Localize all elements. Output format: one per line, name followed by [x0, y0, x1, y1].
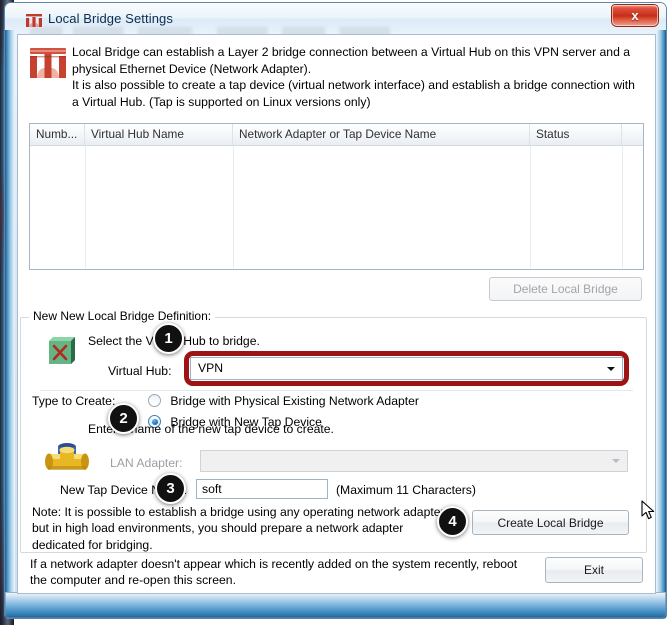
chevron-down-icon [612, 459, 620, 463]
create-local-bridge-button[interactable]: Create Local Bridge [472, 510, 629, 535]
exit-label: Exit [583, 563, 604, 577]
step-badge-4: 4 [437, 506, 468, 537]
radio-bridge-physical[interactable]: Bridge with Physical Existing Network Ad… [148, 394, 419, 408]
virtual-hub-icon [45, 333, 79, 367]
virtual-hub-value: VPN [198, 361, 224, 375]
screenshot-root: Local Bridge Settings x Local Bridge can… [0, 0, 671, 625]
bridge-note-text: Note: It is possible to establish a brid… [32, 505, 448, 552]
column-header-spacer [622, 124, 641, 145]
radio-bridge-physical-control[interactable] [148, 394, 167, 408]
window-title: Local Bridge Settings [48, 11, 173, 26]
footer-note-text: If a network adapter doesn't appear whic… [30, 557, 518, 588]
list-body[interactable] [30, 146, 643, 268]
window-frame-bottom [5, 592, 666, 618]
step-badge-2: 2 [108, 403, 139, 434]
create-local-bridge-label: Create Local Bridge [497, 515, 604, 530]
type-to-create-label: Type to Create: [32, 394, 116, 408]
list-header-row: Numb... Virtual Hub Name Network Adapter… [30, 124, 643, 146]
tap-device-icon [44, 440, 90, 478]
column-header-adapter[interactable]: Network Adapter or Tap Device Name [233, 124, 530, 145]
step-badge-1: 1 [153, 323, 184, 354]
local-bridge-list[interactable]: Numb... Virtual Hub Name Network Adapter… [29, 123, 644, 270]
close-icon: x [631, 8, 639, 23]
group-separator [40, 390, 633, 391]
grid-line [622, 146, 623, 268]
window-frame-left [5, 30, 15, 618]
new-tap-device-name-input[interactable]: soft [196, 479, 328, 499]
description-text: Local Bridge can establish a Layer 2 bri… [72, 45, 635, 109]
lan-adapter-combobox[interactable] [200, 450, 628, 472]
column-header-status[interactable]: Status [530, 124, 622, 145]
grid-line [85, 146, 86, 268]
delete-local-bridge-label: Delete Local Bridge [513, 282, 618, 296]
step-badge-3: 3 [155, 473, 186, 504]
virtual-hub-label: Virtual Hub: [108, 364, 172, 378]
bridge-icon [26, 14, 42, 27]
column-header-hub[interactable]: Virtual Hub Name [85, 124, 233, 145]
radio-bridge-physical-label: Bridge with Physical Existing Network Ad… [170, 394, 419, 408]
delete-local-bridge-button[interactable]: Delete Local Bridge [489, 277, 642, 301]
grid-line [233, 146, 234, 268]
grid-line [530, 146, 531, 268]
new-tap-device-name-value: soft [202, 482, 222, 496]
exit-button[interactable]: Exit [545, 557, 643, 583]
virtual-hub-combobox[interactable]: VPN [190, 357, 623, 380]
radio-unselected-icon [148, 394, 161, 407]
chevron-down-icon [607, 367, 615, 371]
group-title: New New Local Bridge Definition: [29, 309, 216, 323]
max-characters-hint: (Maximum 11 Characters) [336, 483, 476, 497]
close-button[interactable]: x [612, 5, 658, 26]
column-header-number[interactable]: Numb... [30, 124, 85, 145]
bridge-illustration-icon [30, 48, 66, 78]
window-frame-right [656, 30, 666, 618]
mouse-cursor-icon [641, 500, 657, 522]
lan-adapter-label: LAN Adapter: [110, 456, 183, 470]
